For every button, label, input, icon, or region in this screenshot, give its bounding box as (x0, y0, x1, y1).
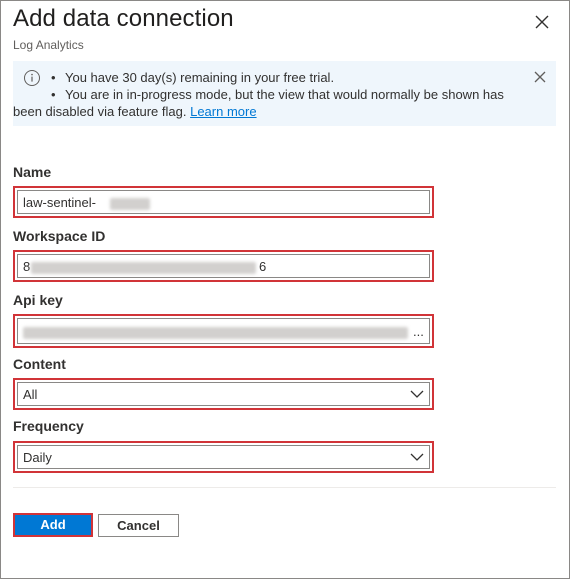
redacted-workspace-id (31, 262, 256, 274)
chevron-down-icon (410, 390, 424, 398)
info-icon (24, 70, 40, 86)
banner-message-list: You have 30 day(s) remaining in your fre… (13, 69, 519, 120)
api-key-label: Api key (13, 292, 63, 308)
content-selected-value: All (23, 387, 38, 402)
panel-title: Add data connection (13, 5, 234, 32)
footer-divider (13, 487, 556, 488)
banner-message-trial: You have 30 day(s) remaining in your fre… (49, 69, 519, 86)
name-label: Name (13, 164, 52, 180)
banner-message-mode-text: You are in in-progress mode, but the vie… (65, 87, 504, 102)
learn-more-link[interactable]: Learn more (190, 104, 256, 119)
chevron-down-icon (410, 453, 424, 461)
banner-message-continuation: been disabled via feature flag. Learn mo… (13, 103, 519, 120)
api-key-value-end: ... (413, 324, 424, 339)
close-panel-button[interactable] (529, 9, 555, 35)
panel-subtitle: Log Analytics (13, 38, 84, 52)
redacted-api-key (23, 327, 408, 339)
add-data-connection-panel: Add data connection Log Analytics You ha… (0, 0, 570, 579)
workspace-id-label: Workspace ID (13, 228, 106, 244)
content-dropdown[interactable]: All (13, 378, 434, 410)
redacted-name-suffix (110, 198, 150, 210)
workspace-id-value-end: 6 (259, 259, 267, 274)
content-dropdown-border (17, 382, 430, 406)
frequency-dropdown[interactable]: Daily (13, 441, 434, 473)
name-field[interactable]: law-sentinel- (13, 186, 434, 218)
content-label: Content (13, 356, 66, 372)
close-icon (535, 15, 549, 29)
banner-message-flag-text: been disabled via feature flag. (13, 104, 187, 119)
workspace-id-field[interactable]: 8 6 (13, 250, 434, 282)
workspace-id-value-start: 8 (23, 259, 31, 274)
add-button[interactable]: Add (13, 513, 93, 537)
close-icon[interactable] (533, 70, 547, 84)
frequency-selected-value: Daily (23, 450, 52, 465)
banner-message-mode: You are in in-progress mode, but the vie… (49, 86, 519, 103)
api-key-field[interactable]: ... (13, 314, 434, 348)
frequency-dropdown-border (17, 445, 430, 469)
trial-info-banner: You have 30 day(s) remaining in your fre… (13, 61, 556, 126)
frequency-label: Frequency (13, 418, 84, 434)
name-value: law-sentinel- (23, 195, 96, 210)
cancel-button[interactable]: Cancel (98, 514, 179, 537)
